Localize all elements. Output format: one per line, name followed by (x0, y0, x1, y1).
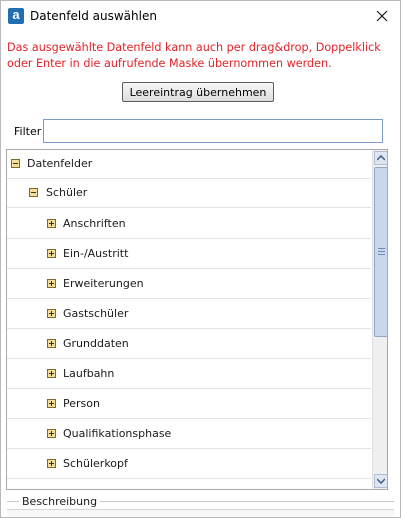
tree-node-label: Schüler (46, 186, 88, 199)
tree-node-erweiterungen[interactable]: Erweiterungen (7, 270, 371, 299)
tree-node-qualifikationsphase[interactable]: Qualifikationsphase (7, 420, 371, 449)
minus-box-icon[interactable] (11, 159, 20, 168)
tree-node-anschriften[interactable]: Anschriften (7, 210, 371, 239)
field-tree: Datenfelder Schüler Anschriften Ein-/Aus… (6, 149, 388, 490)
tree-node-label: Person (63, 397, 100, 410)
tree-node-label: Grunddaten (63, 337, 129, 350)
tree-node-label: Erweiterungen (63, 277, 144, 290)
tree-node-label: Qualifikationsphase (63, 427, 172, 440)
plus-box-icon[interactable] (47, 369, 56, 378)
empty-entry-button[interactable]: Leereintrag übernehmen (122, 82, 274, 102)
hint-text: Das ausgewählte Datenfeld kann auch per … (7, 41, 381, 70)
tree-node-schuelerkopf[interactable]: Schülerkopf (7, 450, 371, 479)
plus-box-icon[interactable] (47, 249, 56, 258)
plus-box-icon[interactable] (47, 279, 56, 288)
tree-node-label: Gastschüler (63, 307, 129, 320)
scroll-down-button[interactable] (374, 474, 387, 488)
close-button[interactable] (371, 5, 393, 27)
plus-box-icon[interactable] (47, 429, 56, 438)
tree-node-label: Anschriften (63, 217, 126, 230)
app-logo-icon: a (8, 7, 24, 24)
close-icon (376, 10, 388, 22)
tree-node-person[interactable]: Person (7, 390, 371, 419)
plus-box-icon[interactable] (47, 339, 56, 348)
tree-node-partial[interactable] (7, 480, 371, 490)
title-bar: a Datenfeld auswählen (1, 1, 400, 31)
tree-node-laufbahn[interactable]: Laufbahn (7, 360, 371, 389)
app-logo-letter: a (12, 7, 20, 22)
plus-box-icon[interactable] (47, 459, 56, 468)
tree-node-label: Schülerkopf (63, 457, 128, 470)
tree-node-grunddaten[interactable]: Grunddaten (7, 330, 371, 359)
dialog-window: a Datenfeld auswählen Das ausgewählte Da… (0, 0, 401, 518)
tree-node-label: Datenfelder (27, 157, 93, 170)
plus-box-icon[interactable] (47, 489, 56, 490)
tree-node-ein-austritt[interactable]: Ein-/Austritt (7, 240, 371, 269)
grip-icon (378, 248, 385, 255)
plus-box-icon[interactable] (47, 309, 56, 318)
scroll-up-button[interactable] (374, 151, 387, 165)
plus-box-icon[interactable] (47, 219, 56, 228)
description-box (7, 509, 394, 517)
tree-node-schueler[interactable]: Schüler (7, 179, 371, 208)
tree-node-datenfelder[interactable]: Datenfelder (7, 150, 371, 179)
tree-scrollbar[interactable] (372, 150, 387, 489)
filter-label: Filter (14, 125, 42, 138)
chevron-down-icon (377, 478, 385, 484)
plus-box-icon[interactable] (47, 399, 56, 408)
minus-box-icon[interactable] (29, 188, 38, 197)
chevron-up-icon (377, 155, 385, 161)
scroll-thumb[interactable] (374, 167, 387, 337)
filter-input[interactable] (43, 119, 383, 143)
tree-node-label: Laufbahn (63, 367, 115, 380)
tree-node-label: Ein-/Austritt (63, 247, 129, 260)
tree-node-gastschueler[interactable]: Gastschüler (7, 300, 371, 329)
window-title: Datenfeld auswählen (30, 9, 157, 23)
description-label: Beschreibung (19, 495, 101, 508)
